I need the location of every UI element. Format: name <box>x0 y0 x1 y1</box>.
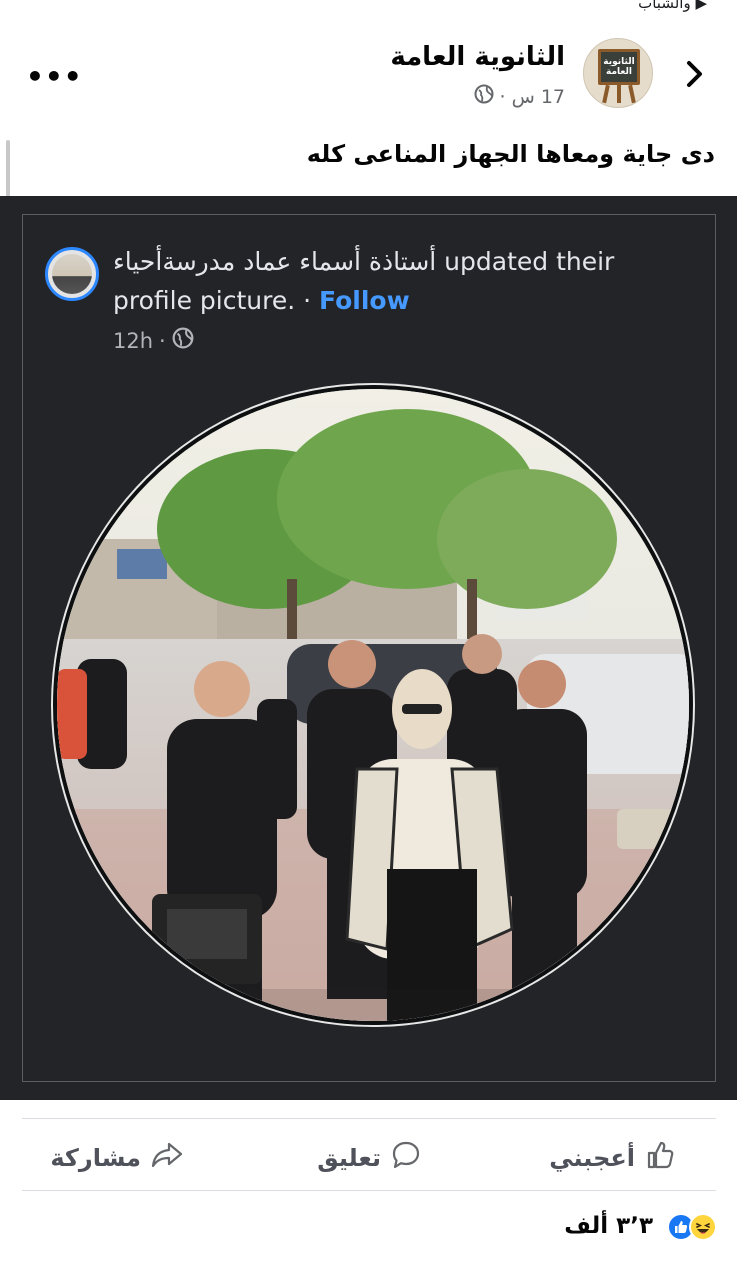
comment-icon <box>391 1140 421 1176</box>
haha-icon <box>689 1213 717 1241</box>
reaction-summary[interactable]: ٣٬٣ ألف <box>564 1208 717 1244</box>
like-label: أعجبني <box>549 1144 635 1172</box>
embedded-separator: · <box>303 286 312 315</box>
embedded-time: 12h <box>113 328 154 353</box>
embedded-meta: 12h · <box>113 327 194 354</box>
divider-top <box>22 1118 716 1119</box>
like-button[interactable]: أعجبني <box>549 1138 675 1178</box>
embedded-action-text-2: profile picture. <box>113 286 296 315</box>
post-header: الثانوية العامة الثانوية العامة 17 س · •… <box>0 34 737 118</box>
previous-post-fragment: ▶ والشباب <box>638 0 707 12</box>
like-icon <box>645 1140 675 1176</box>
divider-bottom <box>22 1190 716 1191</box>
share-button[interactable]: مشاركة <box>50 1138 183 1178</box>
share-icon <box>151 1140 183 1176</box>
post-meta: 17 س · <box>474 84 565 109</box>
globe-icon <box>474 84 494 109</box>
profile-picture <box>53 385 693 1025</box>
avatar-board-text: الثانوية العامة <box>603 57 635 77</box>
embedded-author-name: أستاذة أسماء عماد مدرسةأحياء <box>113 247 437 276</box>
embedded-action-text: updated their <box>444 247 615 276</box>
post-time: 17 س <box>511 85 565 108</box>
embedded-headline-2: profile picture. · Follow <box>113 286 410 315</box>
embedded-headline: أستاذة أسماء عماد مدرسةأحياء updated the… <box>113 247 614 276</box>
embedded-avatar <box>45 247 99 301</box>
globe-icon <box>172 327 194 354</box>
reaction-icons <box>663 1211 717 1241</box>
comment-button[interactable]: تعليق <box>317 1138 421 1178</box>
screenshot-frame: أستاذة أسماء عماد مدرسةأحياء updated the… <box>22 214 716 1082</box>
reaction-count: ٣٬٣ ألف <box>564 1213 653 1239</box>
share-label: مشاركة <box>50 1144 141 1172</box>
page-name[interactable]: الثانوية العامة <box>390 42 565 72</box>
comment-label: تعليق <box>317 1144 381 1172</box>
chevron-right-icon[interactable] <box>681 56 709 92</box>
page-avatar[interactable]: الثانوية العامة <box>583 38 653 108</box>
post-caption: دى جاية ومعاها الجهاز المناعى كله <box>306 140 715 168</box>
shared-screenshot[interactable]: أستاذة أسماء عماد مدرسةأحياء updated the… <box>0 196 737 1100</box>
more-options-icon[interactable]: ••• <box>26 60 83 93</box>
follow-link: Follow <box>319 286 410 315</box>
